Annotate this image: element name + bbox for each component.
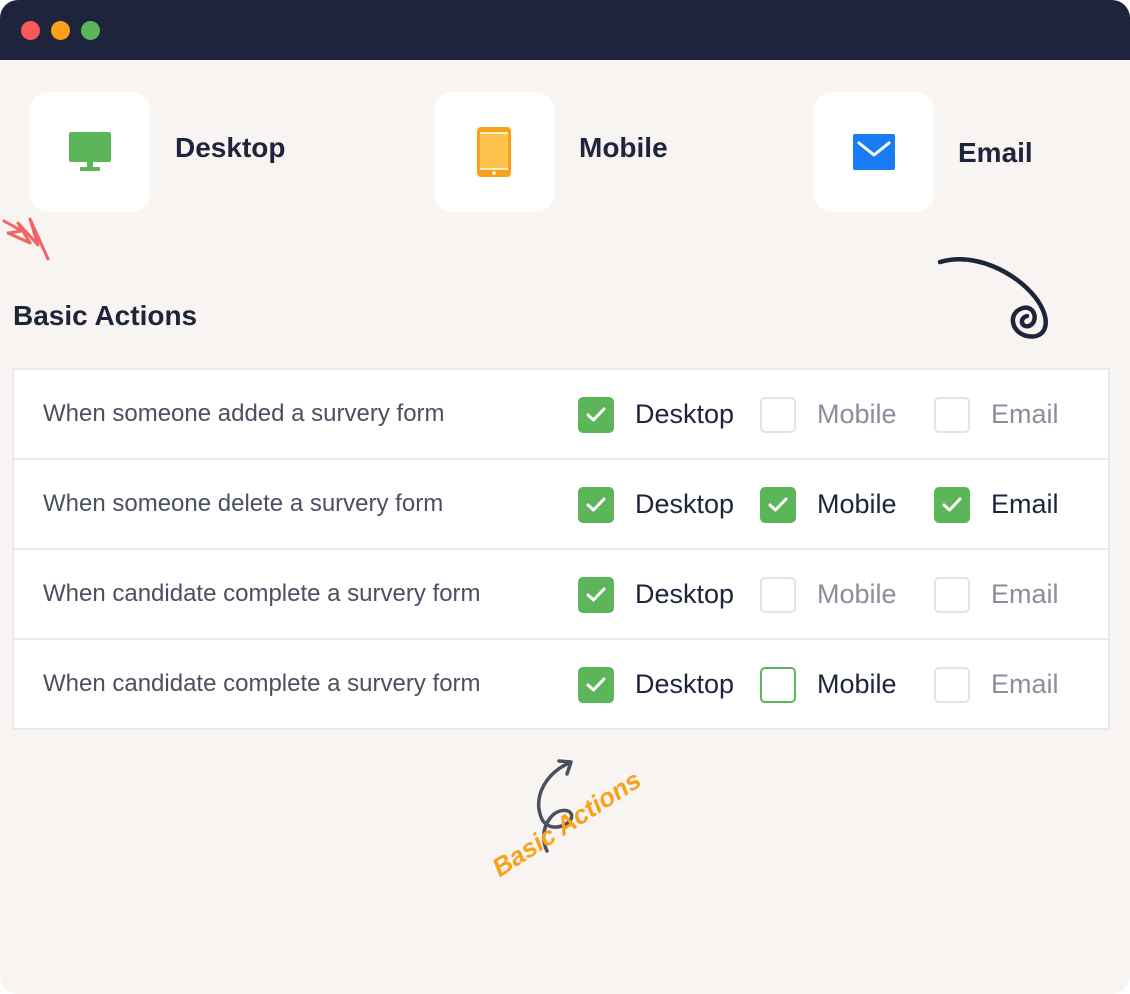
email-option-label: Email	[991, 579, 1059, 609]
checkmark-icon	[586, 677, 606, 692]
email-checkbox[interactable]	[934, 667, 970, 703]
desktop-checkbox[interactable]	[578, 487, 614, 523]
minimize-window-button[interactable]	[51, 21, 70, 40]
table-row: When candidate complete a survery form D…	[14, 548, 1108, 640]
channel-mobile-tile[interactable]	[434, 92, 554, 212]
actions-table: When someone added a survery form Deskto…	[12, 368, 1110, 730]
channel-mobile-label: Mobile	[579, 132, 668, 163]
table-row: When someone added a survery form Deskto…	[14, 370, 1108, 460]
mobile-option-label: Mobile	[817, 669, 897, 699]
channel-email-label: Email	[958, 137, 1033, 168]
mobile-checkbox[interactable]	[760, 487, 796, 523]
table-row: When candidate complete a survery form D…	[14, 638, 1108, 730]
app-window: Desktop Mobile Email Basic Actions When …	[0, 0, 1130, 994]
email-option-label: Email	[991, 489, 1059, 519]
desktop-checkbox[interactable]	[578, 577, 614, 613]
section-title: Basic Actions	[13, 300, 198, 331]
monitor-icon	[69, 132, 111, 171]
mobile-checkbox[interactable]	[760, 667, 796, 703]
mobile-option-label: Mobile	[817, 579, 897, 609]
mobile-option-label: Mobile	[817, 399, 897, 429]
checkmark-icon	[586, 587, 606, 602]
close-window-button[interactable]	[21, 21, 40, 40]
checkmark-icon	[586, 497, 606, 512]
channel-desktop-label: Desktop	[175, 132, 286, 163]
row-label: When candidate complete a survery form	[43, 580, 481, 607]
maximize-window-button[interactable]	[81, 21, 100, 40]
channel-desktop-tile[interactable]	[30, 92, 150, 212]
checkmark-icon	[942, 497, 962, 512]
email-option-label: Email	[991, 669, 1059, 699]
email-option-label: Email	[991, 399, 1059, 429]
desktop-checkbox[interactable]	[578, 397, 614, 433]
checkmark-icon	[586, 407, 606, 422]
desktop-option-label: Desktop	[635, 669, 735, 699]
desktop-option-label: Desktop	[635, 579, 735, 609]
title-bar	[0, 0, 1130, 60]
mobile-option-label: Mobile	[817, 489, 897, 519]
email-checkbox[interactable]	[934, 577, 970, 613]
channel-email-tile[interactable]	[814, 92, 934, 212]
row-label: When someone added a survery form	[43, 400, 445, 427]
scribble-doodle	[2, 217, 50, 261]
desktop-option-label: Desktop	[635, 399, 735, 429]
mobile-checkbox[interactable]	[760, 397, 796, 433]
mail-icon	[853, 134, 895, 170]
swirl-arrow-doodle	[937, 257, 1048, 339]
desktop-option-label: Desktop	[635, 489, 735, 519]
email-checkbox[interactable]	[934, 397, 970, 433]
row-label: When candidate complete a survery form	[43, 670, 481, 697]
checkmark-icon	[768, 497, 788, 512]
row-label: When someone delete a survery form	[43, 490, 444, 517]
table-row: When someone delete a survery form Deskt…	[14, 458, 1108, 550]
mobile-checkbox[interactable]	[760, 577, 796, 613]
desktop-checkbox[interactable]	[578, 667, 614, 703]
email-checkbox[interactable]	[934, 487, 970, 523]
phone-icon	[477, 127, 511, 177]
